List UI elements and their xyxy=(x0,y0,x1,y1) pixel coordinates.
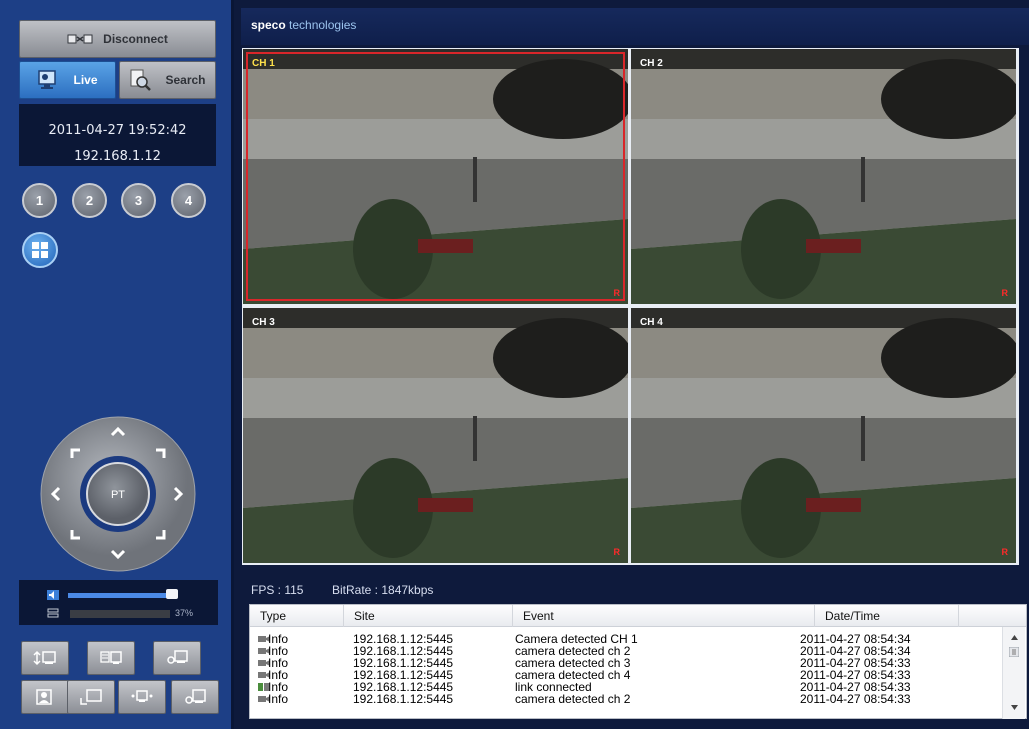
col-type-header[interactable]: Type xyxy=(250,605,344,627)
scroll-thumb-icon[interactable] xyxy=(1009,647,1019,657)
camera-grid: CH 1 R CH 2 R CH 3 R CH 4 R xyxy=(242,48,1019,565)
col-site-header[interactable]: Site xyxy=(344,605,513,627)
layout-icon xyxy=(100,651,122,664)
stream-stats: FPS : 115 BitRate : 1847kbps xyxy=(242,575,1029,603)
log-type: Info xyxy=(268,680,289,694)
channel-1-label: 1 xyxy=(35,193,44,208)
search-button[interactable]: Search xyxy=(119,61,216,99)
ptz-label: PT xyxy=(111,489,125,501)
log-event: link connected xyxy=(515,680,592,694)
storage-icon xyxy=(47,608,59,618)
channel-3-label: 3 xyxy=(134,193,143,208)
audio-panel: 37% xyxy=(19,580,218,625)
disconnect-label: Disconnect xyxy=(103,32,168,46)
fps-readout: FPS : 115 xyxy=(251,583,304,597)
log-site: 192.168.1.12:5445 xyxy=(353,693,454,703)
camera-view-3[interactable]: CH 3 R xyxy=(243,308,628,563)
fullscreen-button[interactable] xyxy=(67,680,115,714)
level-percent: 37% xyxy=(175,608,194,618)
ptz-control: PT xyxy=(40,416,196,572)
zoom-icon xyxy=(131,690,153,702)
level-bar xyxy=(70,610,170,618)
search-label: Search xyxy=(165,73,206,87)
zoom-button[interactable] xyxy=(118,680,166,714)
log-site: 192.168.1.12:5445 xyxy=(353,680,454,694)
recording-indicator-4: R xyxy=(1001,547,1009,557)
camera-view-1[interactable]: CH 1 R xyxy=(243,49,628,304)
camera-label-4: CH 4 xyxy=(640,317,663,328)
search-icon xyxy=(130,69,152,91)
log-event: camera detected ch 2 xyxy=(515,693,631,703)
live-label: Live xyxy=(73,73,98,87)
camera-label-2: CH 2 xyxy=(640,58,663,69)
current-datetime: 2011-04-27 19:52:42 xyxy=(48,123,187,138)
setup-button[interactable] xyxy=(153,641,201,675)
col-datetime-header[interactable]: Date/Time xyxy=(815,605,959,627)
camera-label-1: CH 1 xyxy=(252,58,275,69)
speaker-icon[interactable] xyxy=(47,590,59,600)
user-button[interactable] xyxy=(21,680,69,714)
scroll-up-icon[interactable] xyxy=(1011,635,1018,640)
recording-indicator-1: R xyxy=(613,288,621,298)
channel-2-button[interactable]: 2 xyxy=(72,183,107,218)
control-panel: Disconnect Live Search 2011-04-27 19:52:… xyxy=(0,0,234,729)
fullscreen-icon xyxy=(80,689,102,705)
user-icon xyxy=(36,689,52,705)
brand-logo: speco technologies xyxy=(251,18,357,32)
quad-grid-icon xyxy=(32,242,48,258)
channel-1-button[interactable]: 1 xyxy=(22,183,57,218)
network-icon xyxy=(67,34,93,44)
channel-4-label: 4 xyxy=(184,193,193,208)
log-header: Type Site Event Date/Time xyxy=(250,605,1026,627)
dvr-client-window: Disconnect Live Search 2011-04-27 19:52:… xyxy=(0,0,1029,729)
recording-indicator-2: R xyxy=(1001,288,1009,298)
log-row[interactable]: Info 192.168.1.12:5445 camera detected c… xyxy=(250,693,1000,703)
col-event-header[interactable]: Event xyxy=(513,605,815,627)
camera-feed-3 xyxy=(243,308,628,563)
gear-monitor-icon xyxy=(167,650,188,664)
log-row[interactable]: Info 192.168.1.12:5445 link connected 20… xyxy=(250,681,1000,693)
camera-feed-2 xyxy=(631,49,1016,304)
camera-view-2[interactable]: CH 2 R xyxy=(631,49,1016,304)
channel-3-button[interactable]: 3 xyxy=(121,183,156,218)
log-type: Info xyxy=(268,693,289,703)
log-time: 2011-04-27 08:54:33 xyxy=(800,693,911,703)
channel-2-label: 2 xyxy=(85,193,94,208)
disconnect-button[interactable]: Disconnect xyxy=(19,20,216,58)
quad-view-button[interactable] xyxy=(22,232,58,268)
live-monitor-icon xyxy=(38,70,57,89)
volume-slider-track[interactable] xyxy=(68,593,170,598)
sequence-icon xyxy=(33,650,56,666)
camera-view-4[interactable]: CH 4 R xyxy=(631,308,1016,563)
sequence-button[interactable] xyxy=(21,641,69,675)
live-button[interactable]: Live xyxy=(19,61,116,99)
bitrate-readout: BitRate : 1847kbps xyxy=(332,583,434,597)
volume-slider-handle[interactable] xyxy=(166,589,178,599)
device-ip: 192.168.1.12 xyxy=(74,149,161,164)
recording-indicator-3: R xyxy=(613,547,621,557)
config-button[interactable] xyxy=(171,680,219,714)
log-time: 2011-04-27 08:54:33 xyxy=(800,680,911,694)
camera-feed-4 xyxy=(631,308,1016,563)
channel-4-button[interactable]: 4 xyxy=(171,183,206,218)
settings-monitor-icon xyxy=(185,689,206,704)
status-box: 2011-04-27 19:52:42 192.168.1.12 xyxy=(19,104,216,166)
camera-feed-1 xyxy=(243,49,628,304)
scroll-down-icon[interactable] xyxy=(1011,705,1018,710)
camera-label-3: CH 3 xyxy=(252,317,275,328)
log-scrollbar[interactable] xyxy=(1002,627,1025,719)
event-log: Type Site Event Date/Time Info 192.168.1… xyxy=(249,604,1027,719)
header-bar: speco technologies xyxy=(241,8,1029,45)
layout-button[interactable] xyxy=(87,641,135,675)
